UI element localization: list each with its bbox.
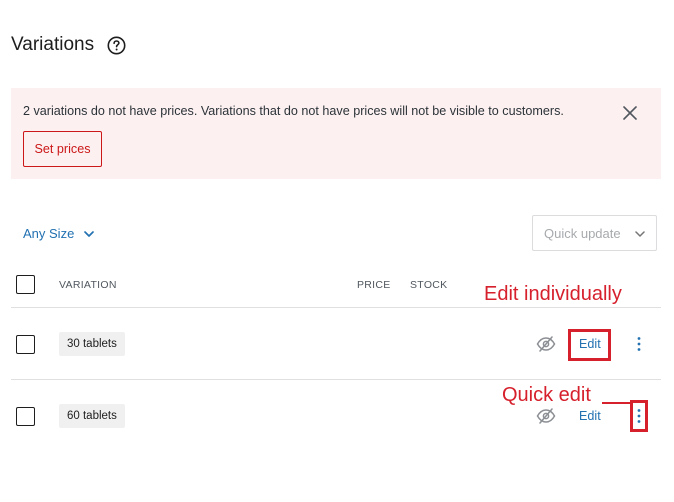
annotation-pointer-line: [602, 402, 631, 404]
row-checkbox[interactable]: [16, 335, 35, 354]
annotation-highlight-box: [630, 400, 648, 432]
set-prices-button[interactable]: Set prices: [23, 131, 102, 167]
chevron-down-icon: [83, 228, 95, 240]
annotation-highlight-box: [568, 329, 611, 361]
table-divider: [11, 307, 661, 308]
size-filter-dropdown[interactable]: Any Size: [23, 226, 95, 241]
quick-update-dropdown[interactable]: Quick update: [532, 215, 657, 251]
missing-prices-notice: 2 variations do not have prices. Variati…: [11, 88, 661, 179]
eye-slash-icon[interactable]: [536, 336, 556, 352]
annotation-edit-individually: Edit individually: [484, 283, 622, 305]
annotation-quick-edit: Quick edit: [502, 384, 591, 406]
close-icon[interactable]: [622, 105, 638, 121]
quick-update-label: Quick update: [544, 225, 621, 241]
notice-message: 2 variations do not have prices. Variati…: [23, 104, 564, 118]
select-all-checkbox[interactable]: [16, 275, 35, 294]
page-title: Variations: [11, 34, 95, 55]
variation-name-chip: 30 tablets: [59, 332, 125, 356]
help-icon[interactable]: [107, 36, 126, 55]
kebab-menu-icon[interactable]: [636, 336, 642, 352]
size-filter-label: Any Size: [23, 226, 75, 241]
column-header-variation: VARIATION: [59, 279, 117, 291]
edit-variation-link[interactable]: Edit: [579, 409, 601, 423]
eye-slash-icon[interactable]: [536, 408, 556, 424]
row-checkbox[interactable]: [16, 407, 35, 426]
table-divider: [11, 379, 661, 380]
variation-name-chip: 60 tablets: [59, 404, 125, 428]
page-header: Variations: [11, 34, 126, 56]
chevron-down-icon: [634, 228, 646, 240]
column-header-stock: STOCK: [410, 279, 448, 291]
column-header-price: PRICE: [357, 279, 391, 291]
